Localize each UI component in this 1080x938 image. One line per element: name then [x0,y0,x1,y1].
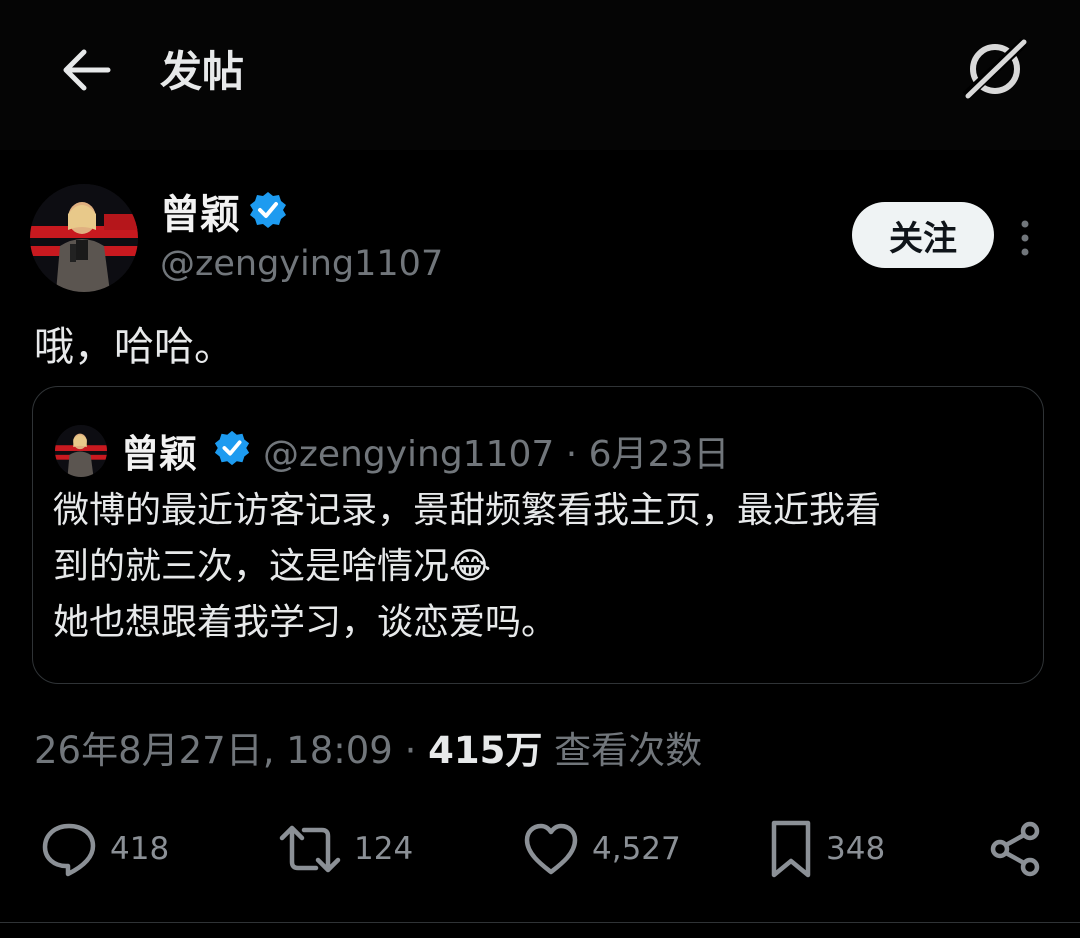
follow-button[interactable]: 关注 [852,202,994,268]
quoted-date: · 6月23日 [565,434,730,475]
reply-count: 418 [110,831,170,867]
repost-icon [279,825,341,873]
bookmark-icon [771,820,811,878]
quoted-avatar [55,425,107,477]
share-icon [990,821,1040,877]
more-vertical-icon [1021,220,1029,256]
grok-button[interactable] [962,38,1028,100]
views-count[interactable]: 415万 [428,729,542,772]
post-meta: 26年8月27日, 18:09 · 415万 查看次数 [34,720,702,774]
more-options-button[interactable] [1014,218,1036,258]
heart-icon [524,823,578,875]
page-title: 发帖 [160,47,245,96]
like-count: 4,527 [592,831,681,867]
reply-button[interactable]: 418 [40,818,169,880]
author-name[interactable]: 曾颖 [160,182,240,240]
repost-count: 124 [354,831,414,867]
like-button[interactable]: 4,527 [522,818,681,880]
quoted-author-handle: @zengying1107 [263,434,555,475]
verified-badge-icon [213,429,251,467]
quoted-text-line: 微博的最近访客记录，景甜频繁看我主页，最近我看 [53,490,882,531]
post-text: 哦，哈哈。 [34,324,234,370]
back-button[interactable] [58,44,114,96]
meta-separator: · [404,729,417,772]
grok-icon [962,38,1028,100]
bookmark-count: 348 [826,831,886,867]
author-handle[interactable]: @zengying1107 [160,244,443,284]
quoted-text: 微博的最近访客记录，景甜频繁看我主页，最近我看 到的就三次，这是啥情况😂 她也想… [53,483,1033,651]
arrow-left-icon [63,49,111,91]
timestamp[interactable]: 26年8月27日, 18:09 [34,729,393,772]
quoted-author-name: 曾颖 [121,432,198,476]
quoted-text-line: 到的就三次，这是啥情况😂 [53,546,492,587]
bookmark-button[interactable]: 348 [768,818,885,880]
quoted-meta: @zengying1107 · 6月23日 [263,425,729,477]
quoted-post[interactable]: 曾颖 @zengying1107 · 6月23日 微博的最近访客记录，景甜频繁看… [32,386,1044,684]
views-label: 查看次数 [554,729,703,772]
verified-badge-icon [248,190,288,230]
repost-button[interactable]: 124 [278,818,413,880]
share-button[interactable] [988,818,1044,880]
quoted-text-line: 她也想跟着我学习，谈恋爱吗。 [53,602,558,643]
avatar[interactable] [30,184,138,292]
divider [0,922,1080,923]
reply-icon [42,823,96,877]
